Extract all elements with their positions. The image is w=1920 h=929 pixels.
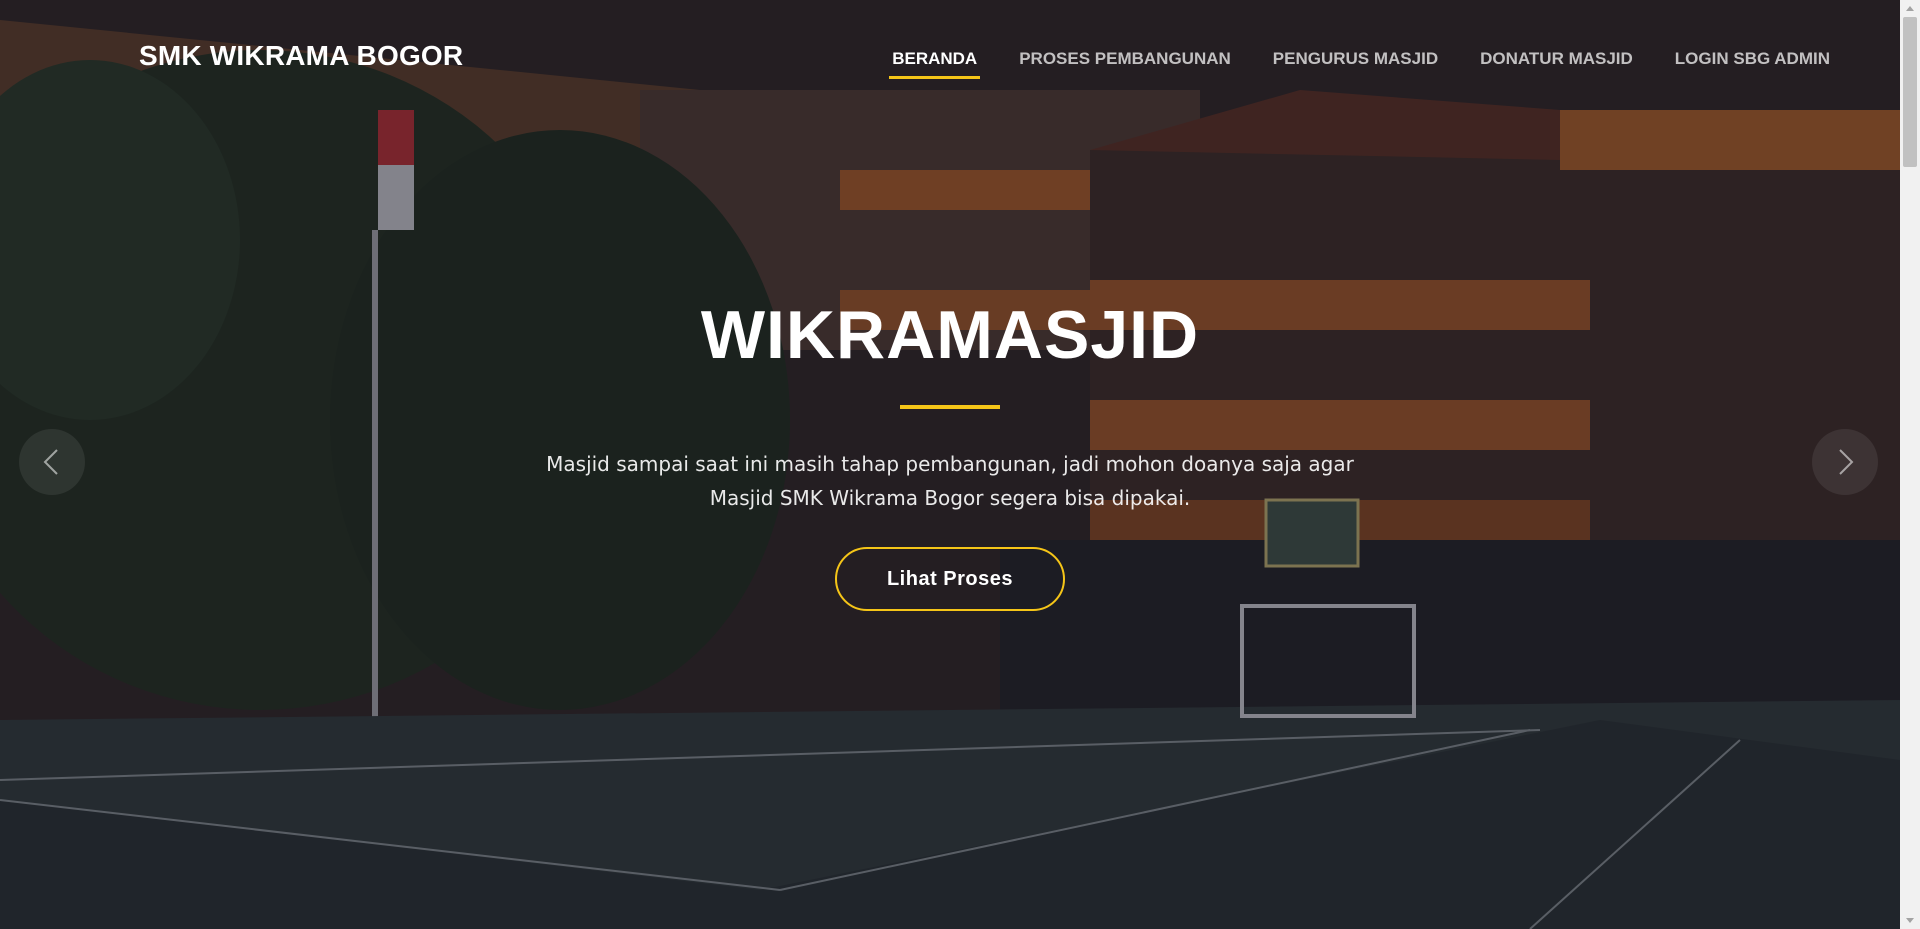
scroll-up-icon[interactable] bbox=[1900, 0, 1920, 17]
main-nav: BERANDA PROSES PEMBANGUNAN PENGURUS MASJ… bbox=[889, 49, 1830, 79]
scrollbar-thumb[interactable] bbox=[1903, 17, 1917, 167]
chevron-left-icon bbox=[43, 449, 58, 475]
scroll-down-icon[interactable] bbox=[1900, 912, 1920, 929]
nav-item-login-admin[interactable]: LOGIN SBG ADMIN bbox=[1675, 49, 1830, 79]
lihat-proses-button[interactable]: Lihat Proses bbox=[834, 547, 1066, 611]
carousel-next-button[interactable] bbox=[1812, 429, 1878, 495]
nav-item-pengurus-masjid[interactable]: PENGURUS MASJID bbox=[1273, 49, 1438, 79]
nav-item-donatur-masjid[interactable]: DONATUR MASJID bbox=[1480, 49, 1633, 79]
page-scrollbar[interactable] bbox=[1900, 0, 1920, 929]
hero-description: Masjid sampai saat ini masih tahap pemba… bbox=[546, 452, 1354, 510]
chevron-right-icon bbox=[1839, 449, 1854, 475]
nav-item-beranda[interactable]: BERANDA bbox=[889, 49, 981, 79]
hero-title: WIKRAMASJID bbox=[700, 297, 1200, 373]
hero-divider bbox=[900, 405, 1000, 409]
brand-logo[interactable]: SMK WIKRAMA BOGOR bbox=[139, 40, 463, 72]
hero-content: WIKRAMASJID Masjid sampai saat ini masih… bbox=[0, 295, 1900, 611]
carousel-prev-button[interactable] bbox=[19, 429, 85, 495]
nav-item-proses-pembangunan[interactable]: PROSES PEMBANGUNAN bbox=[1019, 49, 1231, 79]
